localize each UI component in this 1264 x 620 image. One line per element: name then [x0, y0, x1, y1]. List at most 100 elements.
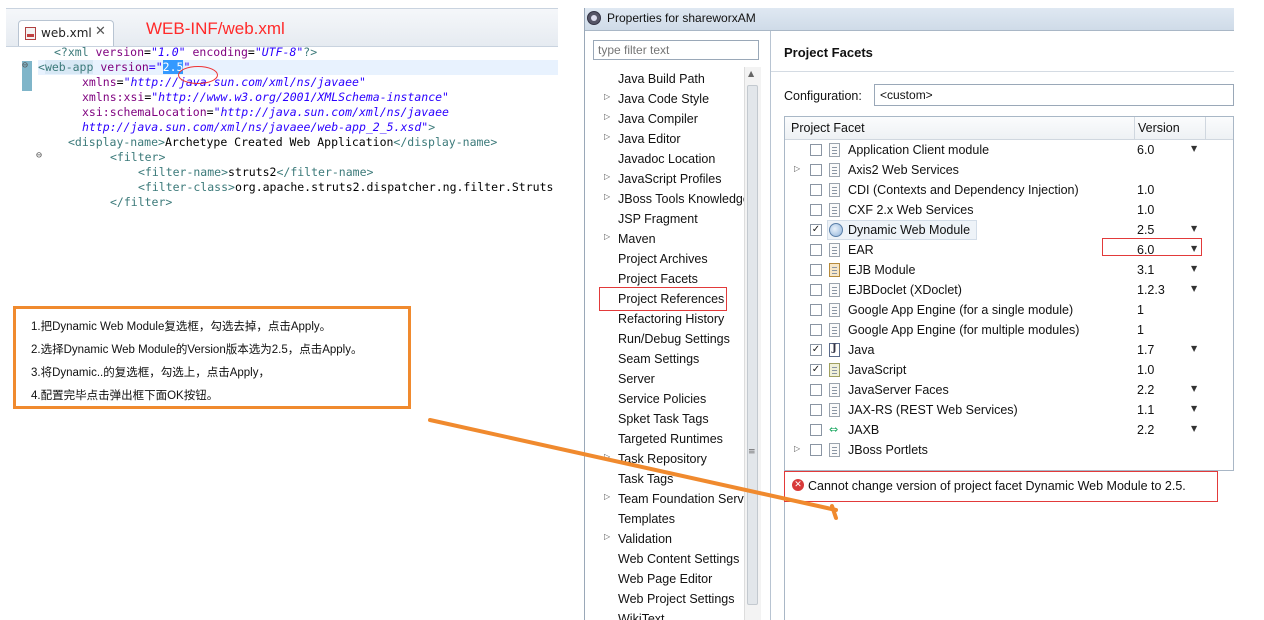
nav-scrollbar[interactable]: ▲ ≡	[744, 67, 761, 620]
code-area[interactable]: <?xml version="1.0" encoding="UTF-8"?> ⊖…	[6, 45, 558, 213]
facet-checkbox[interactable]	[810, 184, 822, 196]
expand-arrow-icon[interactable]: ▷	[604, 172, 610, 181]
close-icon[interactable]: ✕	[95, 24, 106, 39]
facet-checkbox[interactable]	[810, 404, 822, 416]
facet-checkbox[interactable]	[810, 164, 822, 176]
nav-item[interactable]: WikiText	[585, 609, 744, 620]
facet-version[interactable]: 2.5	[1137, 223, 1154, 237]
nav-item[interactable]: Run/Debug Settings	[585, 329, 744, 349]
facet-version[interactable]: 1.1	[1137, 403, 1154, 417]
facet-version[interactable]: 2.2	[1137, 423, 1154, 437]
nav-item[interactable]: Seam Settings	[585, 349, 744, 369]
nav-item[interactable]: ▷ JavaScript Profiles	[585, 169, 744, 189]
nav-item[interactable]: ▷ Validation	[585, 529, 744, 549]
version-dropdown-icon[interactable]: ▼	[1191, 264, 1197, 273]
instruction-box: 1.把Dynamic Web Module复选框，勾选去掉，点击Apply。 2…	[13, 306, 411, 409]
facet-row[interactable]: JavaServer Faces 2.2 ▼	[785, 380, 1233, 400]
facet-checkbox[interactable]: ✓	[810, 344, 822, 356]
filter-input[interactable]	[593, 40, 759, 60]
facet-checkbox[interactable]: ✓	[810, 364, 822, 376]
facet-row[interactable]: ✓ JavaScript 1.0	[785, 360, 1233, 380]
facet-row[interactable]: EJB Module 3.1 ▼	[785, 260, 1233, 280]
editor-tab-web-xml[interactable]: web.xml ✕	[18, 20, 114, 46]
column-header-version[interactable]: Version	[1138, 121, 1180, 135]
facet-row[interactable]: ✓ Dynamic Web Module 2.5 ▼	[785, 220, 1233, 240]
facet-checkbox[interactable]	[810, 244, 822, 256]
facet-checkbox[interactable]	[810, 284, 822, 296]
facet-checkbox[interactable]	[810, 384, 822, 396]
nav-item[interactable]: Refactoring History	[585, 309, 744, 329]
version-dropdown-icon[interactable]: ▼	[1191, 404, 1197, 413]
nav-item[interactable]: Service Policies	[585, 389, 744, 409]
version-dropdown-icon[interactable]: ▼	[1191, 284, 1197, 293]
facet-name: JavaScript	[848, 363, 907, 377]
facet-version[interactable]: 3.1	[1137, 263, 1154, 277]
facet-checkbox[interactable]	[810, 424, 822, 436]
nav-item[interactable]: JSP Fragment	[585, 209, 744, 229]
expand-arrow-icon[interactable]: ▷	[604, 92, 610, 101]
nav-item[interactable]: Java Build Path	[585, 69, 744, 89]
facet-checkbox[interactable]	[810, 324, 822, 336]
expand-arrow-icon[interactable]: ▷	[604, 132, 610, 141]
nav-item[interactable]: Server	[585, 369, 744, 389]
facet-row[interactable]: ▷ JBoss Portlets	[785, 440, 1233, 460]
facet-checkbox[interactable]	[810, 264, 822, 276]
version-dropdown-icon[interactable]: ▼	[1191, 144, 1197, 153]
nav-item[interactable]: Task Tags	[585, 469, 744, 489]
nav-item[interactable]: Project Archives	[585, 249, 744, 269]
expand-arrow-icon[interactable]: ▷	[604, 492, 610, 501]
facet-row[interactable]: JAX-RS (REST Web Services) 1.1 ▼	[785, 400, 1233, 420]
nav-item[interactable]: Targeted Runtimes	[585, 429, 744, 449]
facet-row[interactable]: Google App Engine (for multiple modules)…	[785, 320, 1233, 340]
nav-item[interactable]: Templates	[585, 509, 744, 529]
facet-version[interactable]: 1.7	[1137, 343, 1154, 357]
nav-item[interactable]: ▷ Task Repository	[585, 449, 744, 469]
nav-item[interactable]: ▷ JBoss Tools Knowledge	[585, 189, 744, 209]
facet-version[interactable]: 6.0	[1137, 143, 1154, 157]
nav-item[interactable]: ▷ Maven	[585, 229, 744, 249]
expand-arrow-icon[interactable]: ▷	[794, 444, 800, 453]
expand-arrow-icon[interactable]: ▷	[604, 452, 610, 461]
configuration-select[interactable]: <custom>	[874, 84, 1234, 106]
expand-arrow-icon[interactable]: ▷	[604, 232, 610, 241]
nav-item[interactable]: ▷ Java Code Style	[585, 89, 744, 109]
facet-checkbox[interactable]	[810, 444, 822, 456]
nav-item[interactable]: Spket Task Tags	[585, 409, 744, 429]
scrollbar-thumb[interactable]	[747, 85, 758, 605]
facet-checkbox[interactable]	[810, 204, 822, 216]
facet-row[interactable]: CDI (Contexts and Dependency Injection) 1…	[785, 180, 1233, 200]
expand-arrow-icon[interactable]: ▷	[604, 192, 610, 201]
expand-arrow-icon[interactable]: ▷	[794, 164, 800, 173]
scroll-up-icon[interactable]: ▲	[748, 69, 754, 78]
nav-item[interactable]: Project Facets	[585, 269, 744, 289]
version-dropdown-icon[interactable]: ▼	[1191, 424, 1197, 433]
version-dropdown-icon[interactable]: ▼	[1191, 224, 1197, 233]
facet-checkbox[interactable]	[810, 144, 822, 156]
column-header-facet[interactable]: Project Facet	[791, 121, 865, 135]
facet-row[interactable]: EJBDoclet (XDoclet) 1.2.3 ▼	[785, 280, 1233, 300]
nav-item[interactable]: Web Content Settings	[585, 549, 744, 569]
facet-row[interactable]: Application Client module 6.0 ▼	[785, 140, 1233, 160]
facet-version[interactable]: 2.2	[1137, 383, 1154, 397]
facet-version[interactable]: 1.2.3	[1137, 283, 1165, 297]
nav-item[interactable]: Javadoc Location	[585, 149, 744, 169]
version-dropdown-icon[interactable]: ▼	[1191, 384, 1197, 393]
facet-row[interactable]: ✓ Java 1.7 ▼	[785, 340, 1233, 360]
nav-item[interactable]: Web Project Settings	[585, 589, 744, 609]
expand-arrow-icon[interactable]: ▷	[604, 532, 610, 541]
nav-item[interactable]: ▷ Team Foundation Server	[585, 489, 744, 509]
facet-row[interactable]: Google App Engine (for a single module) 1	[785, 300, 1233, 320]
nav-item[interactable]: ▷ Java Compiler	[585, 109, 744, 129]
fold-toggle-icon[interactable]: ⊖	[22, 60, 28, 71]
nav-item[interactable]: Web Page Editor	[585, 569, 744, 589]
facet-checkbox[interactable]: ✓	[810, 224, 822, 236]
configuration-label: Configuration:	[784, 89, 862, 103]
expand-arrow-icon[interactable]: ▷	[604, 112, 610, 121]
facet-row[interactable]: ▷ Axis2 Web Services	[785, 160, 1233, 180]
nav-item[interactable]: ▷ Java Editor	[585, 129, 744, 149]
fold-toggle-icon[interactable]: ⊖	[36, 150, 42, 161]
version-dropdown-icon[interactable]: ▼	[1191, 344, 1197, 353]
facet-row[interactable]: CXF 2.x Web Services 1.0	[785, 200, 1233, 220]
facet-row[interactable]: ⇔ JAXB 2.2 ▼	[785, 420, 1233, 440]
facet-checkbox[interactable]	[810, 304, 822, 316]
